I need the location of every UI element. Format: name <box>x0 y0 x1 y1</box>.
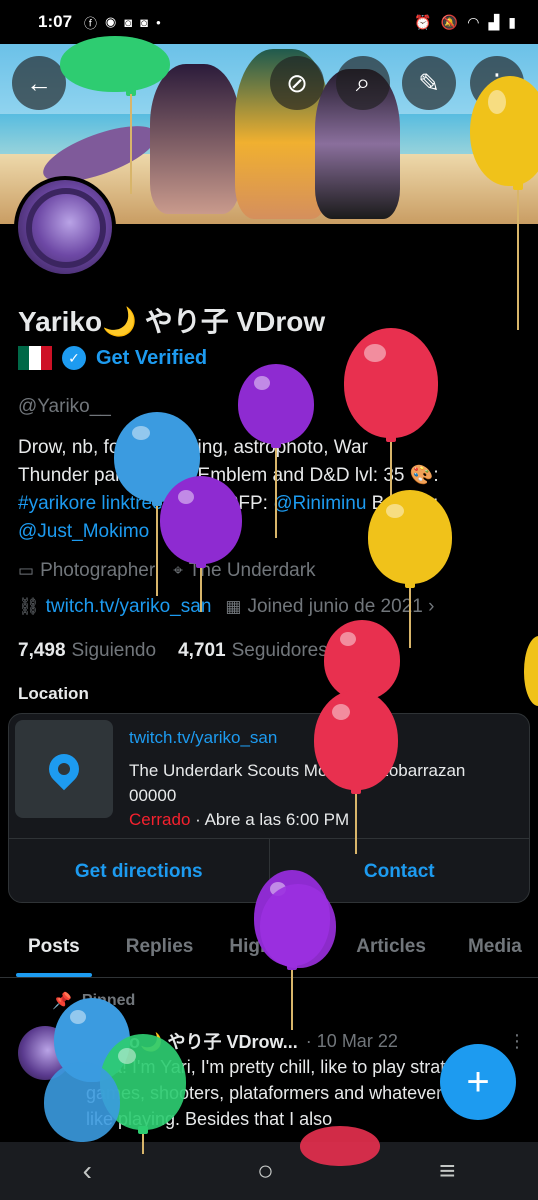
profile-avatar[interactable] <box>14 176 116 278</box>
following-count: 7,498 <box>18 640 66 661</box>
bio-text: PFP: <box>220 493 274 514</box>
search-button[interactable]: ⌕ <box>336 56 390 110</box>
tab-highlights[interactable]: Highlights <box>229 918 322 977</box>
briefcase-icon: ▭ <box>18 561 35 580</box>
ring-icon: ⊘ <box>286 67 308 98</box>
nav-back-icon[interactable]: ‹ <box>83 1155 92 1187</box>
map-thumbnail[interactable] <box>15 720 113 818</box>
verified-badge-icon: ✓ <box>62 346 86 370</box>
contact-button[interactable]: Contact <box>268 839 530 902</box>
tab-replies[interactable]: Replies <box>126 918 194 977</box>
pinned-indicator: 📌 Pinned <box>52 991 135 1011</box>
bio-hashtag-link[interactable]: #yarikore linktree/Yariko <box>18 493 220 514</box>
profile-meta: ▭ Photographer ⌖ The Underdark <box>18 560 316 582</box>
facebook-icon: ⓕ <box>84 15 98 31</box>
followers-stat[interactable]: 4,701 Seguidores <box>178 640 328 662</box>
joined-item: ▦ Joined junio de 2021 › <box>225 596 434 618</box>
signal-icon: ▟ <box>488 13 500 30</box>
location-url[interactable]: twitch.tv/yariko_san <box>129 728 277 748</box>
opens-at: · Abre a las 6:00 PM <box>190 810 350 829</box>
profile-bio: Drow, nb, food, camping, astrophoto, War… <box>18 434 518 546</box>
post-avatar[interactable] <box>18 1026 72 1080</box>
compose-button[interactable]: + <box>440 1044 516 1120</box>
notification-icons: ⓕ ◉ ◙ ◙ • <box>84 13 161 32</box>
location-section-title: Location <box>18 684 89 703</box>
mute-icon: 🔕 <box>440 13 459 30</box>
bio-line: Thunder partner Fire Emblem and D&D lvl:… <box>18 465 439 486</box>
calendar-icon: ▦ <box>225 597 242 616</box>
bio-text: Banner: <box>366 493 439 514</box>
location-pin-icon: ⌖ <box>173 561 183 580</box>
verify-row: ✓ Get Verified <box>18 346 207 370</box>
more-button[interactable]: ⋮ <box>470 56 524 110</box>
website-item[interactable]: ⛓ twitch.tv/yariko_san <box>18 596 211 618</box>
location-address: The Underdark Scouts Monterreyzobarrazan… <box>129 761 466 805</box>
website-link[interactable]: twitch.tv/yariko_san <box>46 596 212 617</box>
followers-label: Seguidores <box>231 640 328 661</box>
status-bar: 1:07 ⓕ ◉ ◙ ◙ • ⏰ 🔕 ◠ ▟ ▮ <box>0 0 538 44</box>
search-icon: ⌕ <box>355 67 371 97</box>
link-icon: ⛓ <box>18 597 40 616</box>
following-stat[interactable]: 7,498 Siguiendo <box>18 640 156 662</box>
pencil-icon: ✎ <box>418 67 440 98</box>
pin-icon: 📌 <box>52 993 72 1010</box>
edit-button[interactable]: ✎ <box>402 56 456 110</box>
post-more-icon[interactable]: ⋮ <box>508 1031 526 1052</box>
profile-meta-2: ⛓ twitch.tv/yariko_san ▦ Joined junio de 2… <box>18 596 434 618</box>
messenger-icon: ◉ <box>105 14 117 29</box>
more-vertical-icon: ⋮ <box>484 67 510 98</box>
tab-articles[interactable]: Articles <box>356 918 426 977</box>
dot-icon: • <box>156 14 161 30</box>
alarm-icon: ⏰ <box>414 13 432 30</box>
status-time: 1:07 <box>38 12 73 31</box>
banner-figure <box>150 64 240 214</box>
display-name: Yariko🌙 やり子 VDrow <box>18 306 326 337</box>
bio-line: @Just_Mokimo <box>18 518 518 546</box>
grok-button[interactable]: ⊘ <box>270 56 324 110</box>
map-pin-icon <box>42 747 86 791</box>
following-label: Siguiendo <box>71 640 157 661</box>
location-label: The Underdark <box>188 560 316 581</box>
tab-posts[interactable]: Posts <box>16 918 92 977</box>
follow-stats: 7,498 Siguiendo 4,701 Seguidores <box>18 640 328 662</box>
pinned-label: Pinned <box>81 992 136 1009</box>
avatar-hair <box>26 188 106 268</box>
back-button[interactable]: ← <box>12 56 66 110</box>
bio-mention-link[interactable]: @Riniminu <box>273 493 366 514</box>
get-verified-link[interactable]: Get Verified <box>96 347 207 370</box>
discord-icon: ◙ <box>140 14 149 30</box>
system-icons: ⏰ 🔕 ◠ ▟ ▮ <box>414 14 516 31</box>
location-item: ⌖ The Underdark <box>173 560 315 582</box>
bio-mention-link[interactable]: @Just_Mokimo <box>18 521 149 542</box>
bio-line: Drow, nb, food, camping, astrophoto, War <box>18 437 368 458</box>
tab-media[interactable]: Media <box>468 918 522 977</box>
post-author[interactable]: Yariko🌙 やり子 VDrow... <box>86 1028 298 1054</box>
joined-label: Joined junio de 2021 <box>247 596 423 617</box>
discord-icon: ◙ <box>124 14 133 30</box>
nav-home-icon[interactable]: ○ <box>257 1155 274 1187</box>
category-label: Photographer <box>40 560 156 581</box>
wifi-icon: ◠ <box>467 13 480 30</box>
location-actions: Get directions Contact <box>9 838 530 902</box>
mexico-flag-icon <box>18 346 52 370</box>
closed-status: Cerrado <box>129 810 191 829</box>
nav-recents-icon[interactable]: ≡ <box>439 1155 455 1187</box>
bio-line: #yarikore linktree/Yariko PFP: @Riniminu… <box>18 490 518 518</box>
profile-tabs: Posts Replies Highlights Articles Media <box>0 918 538 978</box>
location-card: twitch.tv/yariko_san The Underdark Scout… <box>8 713 530 903</box>
post-date: · 10 Mar 22 <box>305 1030 398 1051</box>
back-arrow-icon: ← <box>26 67 52 98</box>
followers-count: 4,701 <box>178 640 226 661</box>
get-directions-button[interactable]: Get directions <box>9 839 269 902</box>
battery-icon: ▮ <box>508 13 516 30</box>
business-hours: Cerrado · Abre a las 6:00 PM <box>129 810 349 830</box>
system-nav-bar: ‹ ○ ≡ <box>0 1142 538 1200</box>
category-item: ▭ Photographer <box>18 560 155 582</box>
profile-handle: @Yariko__ <box>18 396 111 417</box>
chevron-right-icon[interactable]: › <box>428 596 434 617</box>
